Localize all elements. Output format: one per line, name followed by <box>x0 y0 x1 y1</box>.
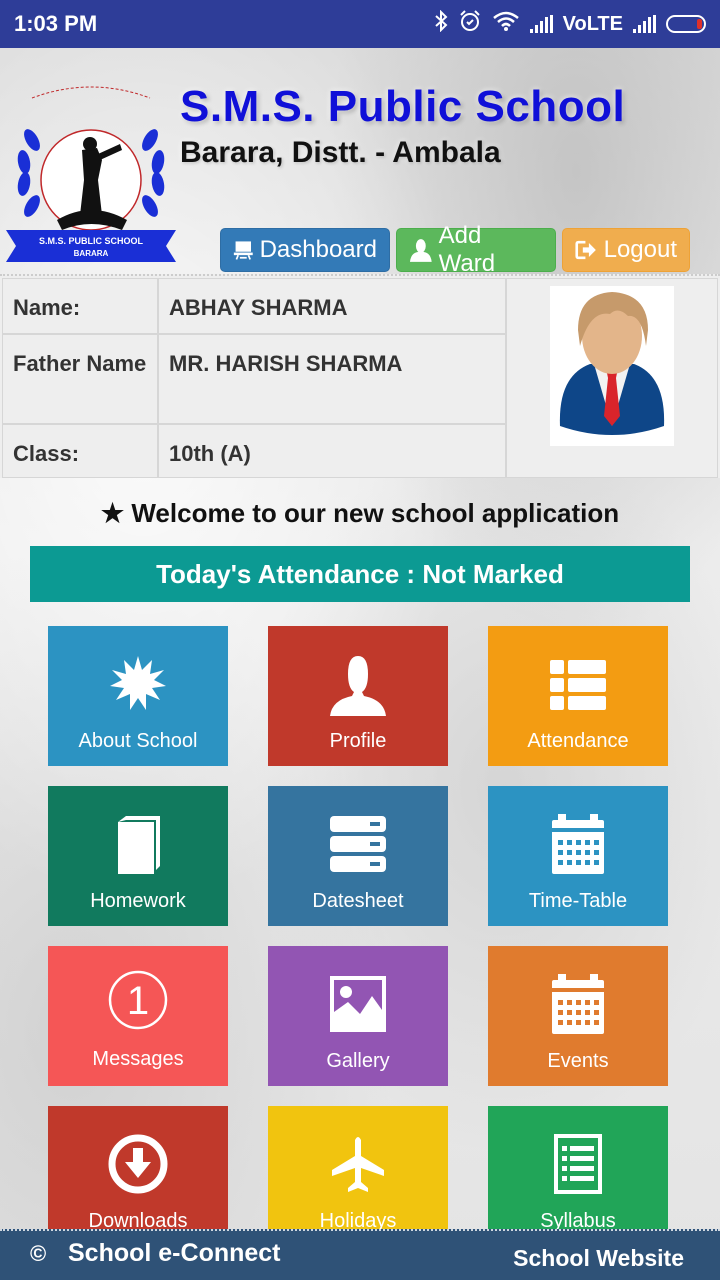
user-icon <box>330 656 386 716</box>
dashboard-button-label: Dashboard <box>259 236 377 263</box>
network-type: VoLTE <box>562 12 623 35</box>
tile-label: Datesheet <box>312 890 404 912</box>
tile-syllabus[interactable]: Syllabus <box>488 1106 668 1246</box>
list-icon <box>550 660 606 710</box>
status-time: 1:03 PM <box>14 11 98 36</box>
badge-icon <box>110 656 166 710</box>
tile-profile[interactable]: Profile <box>268 626 448 766</box>
tile-events[interactable]: Events <box>488 946 668 1086</box>
status-icons: VoLTE <box>434 9 706 39</box>
image-icon <box>330 976 386 1032</box>
plane-icon <box>332 1137 384 1192</box>
logout-button[interactable]: Logout <box>562 228 690 272</box>
dashboard-icon <box>233 241 253 260</box>
school-website-link[interactable]: School Website <box>513 1245 684 1272</box>
bluetooth-icon <box>434 9 448 38</box>
add-ward-button-label: Add Ward <box>438 222 496 277</box>
logout-icon <box>575 240 596 260</box>
tile-label: Messages <box>92 1048 184 1070</box>
tile-about-school[interactable]: About School <box>48 626 228 766</box>
school-address: Barara, Distt. - Ambala <box>180 136 501 169</box>
tile-datesheet[interactable]: Datesheet <box>268 786 448 926</box>
tile-label: Profile <box>329 730 387 752</box>
dashboard-button[interactable]: Dashboard <box>220 228 390 272</box>
class-value: 10th (A) <box>158 424 506 478</box>
logo-ribbon-line2: BARARA <box>74 249 109 258</box>
tile-label: Time-Table <box>528 890 628 912</box>
battery-icon <box>666 15 706 33</box>
tile-label: Events <box>547 1050 609 1072</box>
father-name-label: Father Name <box>2 334 158 424</box>
download-icon <box>108 1134 168 1194</box>
logout-button-label: Logout <box>603 236 677 263</box>
class-label: Class: <box>2 424 158 478</box>
book-icon <box>118 816 160 874</box>
footer-brand: School e-Connect <box>68 1239 281 1267</box>
server-icon <box>330 816 386 872</box>
logo-ribbon-line1: S.M.S. PUBLIC SCHOOL <box>39 236 144 246</box>
tile-label: Gallery <box>326 1050 390 1072</box>
todays-attendance-banner: Today's Attendance : Not Marked <box>30 546 690 602</box>
tile-gallery[interactable]: Gallery <box>268 946 448 1086</box>
calendar-icon <box>552 814 604 874</box>
welcome-text: Welcome to our new school application <box>131 498 620 528</box>
name-value: ABHAY SHARMA <box>158 278 506 334</box>
tile-label: About School <box>78 730 198 752</box>
footer: © School e-Connect School Website <box>0 1229 720 1280</box>
alarm-icon <box>458 9 482 39</box>
list-document-icon <box>554 1134 602 1194</box>
tile-attendance[interactable]: Attendance <box>488 626 668 766</box>
name-label: Name: <box>2 278 158 334</box>
tile-messages[interactable]: 1 Messages <box>48 946 228 1086</box>
tile-homework[interactable]: Homework <box>48 786 228 926</box>
school-name: S.M.S. Public School <box>180 82 626 131</box>
messages-count-badge: 1 <box>127 979 149 1023</box>
tile-time-table[interactable]: Time-Table <box>488 786 668 926</box>
copyright-icon: © <box>30 1241 47 1266</box>
status-bar: 1:03 PM VoLTE <box>0 0 720 48</box>
welcome-message: ★ Welcome to our new school application <box>0 498 720 529</box>
add-ward-button[interactable]: Add Ward <box>396 222 556 277</box>
calendar-icon <box>552 974 604 1034</box>
signal-icon <box>529 15 553 33</box>
message-count-icon: 1 <box>108 970 168 1030</box>
tile-label: Attendance <box>527 730 629 752</box>
father-name-value: MR. HARISH SHARMA <box>158 334 506 424</box>
wifi-icon <box>492 10 520 38</box>
student-avatar <box>550 286 674 446</box>
tile-holidays[interactable]: Holidays <box>268 1106 448 1246</box>
tile-label: Homework <box>90 890 186 912</box>
signal-icon <box>633 15 656 33</box>
tile-downloads[interactable]: Downloads <box>48 1106 228 1246</box>
avatar-person-icon <box>559 292 665 435</box>
star-icon: ★ <box>100 498 125 528</box>
school-logo: S.M.S. PUBLIC SCHOOL BARARA <box>6 86 176 262</box>
user-icon <box>409 239 432 262</box>
